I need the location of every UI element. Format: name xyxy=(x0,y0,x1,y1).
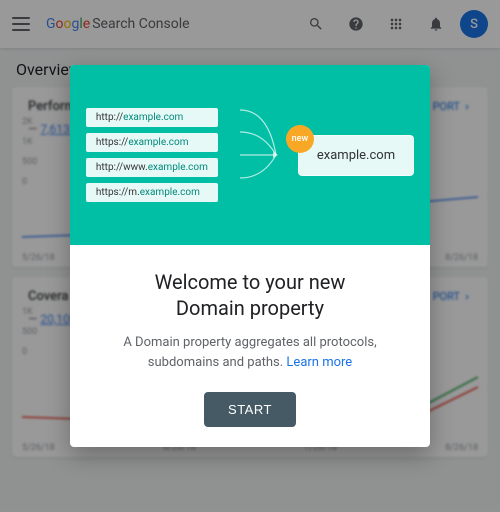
modal: http://example.com https://example.com h… xyxy=(70,65,430,447)
modal-illustration: http://example.com https://example.com h… xyxy=(70,65,430,245)
modal-overlay: http://example.com https://example.com h… xyxy=(0,0,500,512)
arrows-icon xyxy=(238,95,278,215)
new-badge: new xyxy=(286,125,314,153)
diagram: http://example.com https://example.com h… xyxy=(86,95,414,215)
url-list: http://example.com https://example.com h… xyxy=(86,108,218,202)
domain-box: example.com xyxy=(298,135,414,176)
modal-body: Welcome to your newDomain property A Dom… xyxy=(70,245,430,447)
learn-more-link[interactable]: Learn more xyxy=(286,355,352,370)
modal-title: Welcome to your newDomain property xyxy=(102,269,398,321)
url-https: https://example.com xyxy=(86,133,218,152)
start-button[interactable]: START xyxy=(204,392,296,427)
modal-description: A Domain property aggregates all protoco… xyxy=(102,333,398,372)
url-http: http://example.com xyxy=(86,108,218,127)
url-http-www: http://www.example.com xyxy=(86,158,218,177)
url-https-m: https://m.example.com xyxy=(86,183,218,202)
domain-box-container: new example.com xyxy=(298,135,414,176)
